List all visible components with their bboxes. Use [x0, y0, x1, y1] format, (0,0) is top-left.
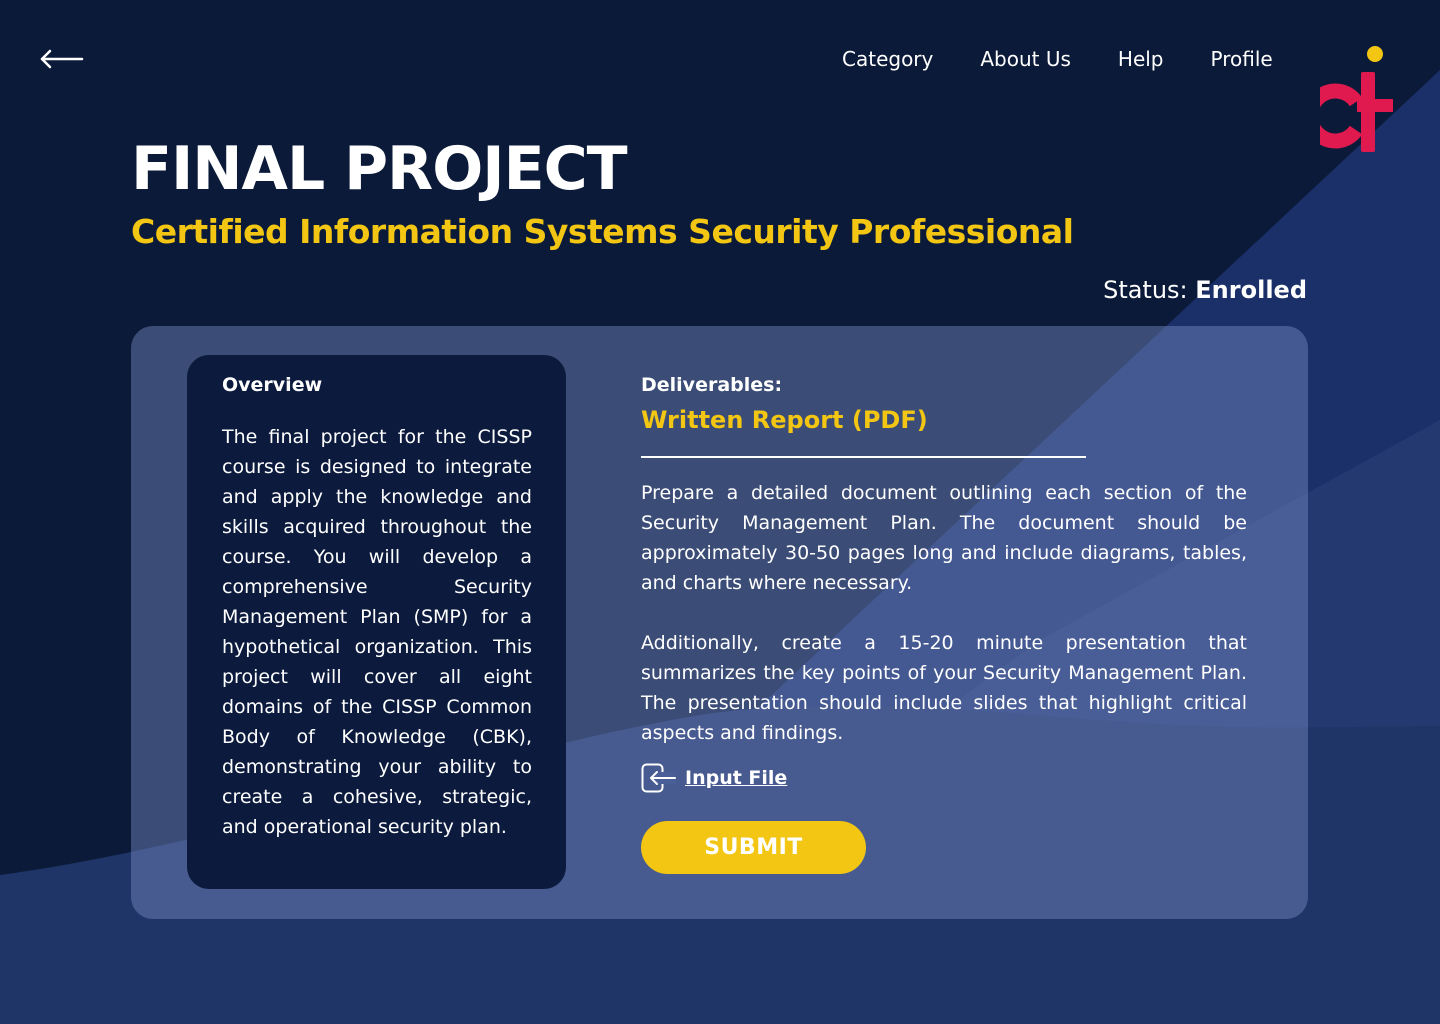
- overview-card: Overview The final project for the CISSP…: [187, 355, 566, 889]
- nav-item-profile[interactable]: Profile: [1211, 45, 1273, 73]
- arrow-left-icon: [40, 49, 84, 69]
- divider: [641, 456, 1086, 458]
- top-nav: Category About Us Help Profile: [842, 45, 1273, 73]
- deliverable-type: Written Report (PDF): [641, 406, 928, 434]
- overview-text: The final project for the CISSP course i…: [222, 426, 532, 838]
- submit-button[interactable]: SUBMIT: [641, 821, 866, 874]
- status-badge: Status: Enrolled: [1103, 274, 1307, 306]
- page-subtitle: Certified Information Systems Security P…: [131, 212, 1074, 251]
- input-file-link[interactable]: Input File: [641, 763, 787, 793]
- page-title: FINAL PROJECT: [131, 134, 628, 204]
- status-label: Status:: [1103, 276, 1188, 304]
- deliverables-paragraph-2: Additionally, create a 15-20 minute pres…: [641, 632, 1247, 744]
- nav-item-about-us[interactable]: About Us: [980, 45, 1071, 73]
- nav-item-category[interactable]: Category: [842, 45, 933, 73]
- logo[interactable]: [1302, 42, 1400, 156]
- overview-heading: Overview: [222, 374, 323, 396]
- deliverables-paragraph-1: Prepare a detailed document outlining ea…: [641, 482, 1247, 594]
- input-file-label[interactable]: Input File: [685, 763, 787, 793]
- deliverables-heading: Deliverables:: [641, 374, 783, 396]
- nav-item-help[interactable]: Help: [1118, 45, 1164, 73]
- file-input-icon: [641, 763, 676, 793]
- status-value: Enrolled: [1195, 276, 1307, 304]
- back-button[interactable]: [38, 44, 84, 74]
- deliverables-section: Deliverables: Written Report (PDF) Prepa…: [641, 372, 1247, 748]
- ci-logo-icon: [1302, 46, 1393, 152]
